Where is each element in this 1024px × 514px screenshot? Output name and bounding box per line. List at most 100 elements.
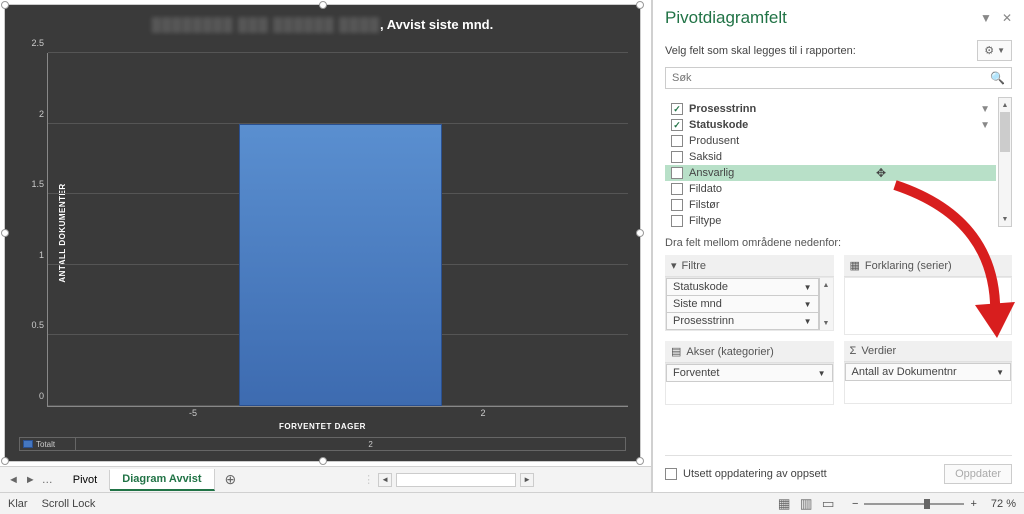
resize-handle[interactable] (636, 229, 644, 237)
field-fildato[interactable]: Fildato (665, 181, 996, 197)
panel-title: Pivotdiagramfelt (665, 8, 787, 28)
hscroll-bar[interactable] (396, 473, 516, 487)
checkbox-icon[interactable] (671, 167, 683, 179)
resize-handle[interactable] (319, 457, 327, 465)
pivot-chart-fields-panel: Pivotdiagramfelt ▼ ✕ Velg felt som skal … (652, 0, 1024, 492)
field-prosesstrinn[interactable]: ✓ Prosesstrinn ▼ (665, 101, 996, 117)
checkbox-icon[interactable] (671, 151, 683, 163)
zoom-track[interactable] (864, 503, 964, 505)
view-page-break-icon[interactable]: ▭ (818, 496, 838, 512)
tab-nav-next-icon[interactable]: ► (25, 474, 36, 486)
filter-item[interactable]: Prosesstrinn▼ (666, 313, 819, 330)
field-label: Ansvarlig (689, 167, 734, 179)
sheet-tab-pivot[interactable]: Pivot (61, 470, 110, 490)
resize-handle[interactable] (1, 229, 9, 237)
filter-scrollbar[interactable]: ▲ ▼ (819, 278, 833, 330)
checkbox-icon[interactable] (671, 135, 683, 147)
zoom-in-button[interactable]: + (970, 498, 976, 510)
bar[interactable] (239, 124, 442, 406)
chart-title[interactable]: ████████ ███ ██████ ████, Avvist siste m… (5, 5, 640, 36)
filter-item[interactable]: Siste mnd▼ (666, 296, 819, 313)
zoom-slider[interactable]: − + (852, 498, 977, 510)
panel-close-icon[interactable]: ✕ (1002, 11, 1012, 25)
filter-item[interactable]: Statuskode▼ (666, 278, 819, 296)
y-tick: 0 (39, 391, 44, 401)
panel-dropdown-icon[interactable]: ▼ (980, 11, 992, 25)
checkbox-icon[interactable] (671, 215, 683, 227)
area-header-label: Forklaring (serier) (865, 260, 952, 272)
scroll-up-icon[interactable]: ▲ (999, 98, 1011, 112)
defer-layout-checkbox[interactable]: Utsett oppdatering av oppsett (665, 468, 827, 480)
checkbox-icon[interactable]: ✓ (671, 119, 683, 131)
x-tick: -5 (189, 408, 197, 418)
resize-handle[interactable] (636, 457, 644, 465)
add-sheet-button[interactable]: ⊕ (215, 471, 247, 488)
chart-legend[interactable]: Totalt 2 (19, 437, 626, 451)
area-legend[interactable]: ▦ Forklaring (serier) (844, 255, 1013, 335)
update-button[interactable]: Oppdater (944, 464, 1012, 484)
panel-tools-button[interactable]: ⚙ ▼ (977, 40, 1012, 61)
scroll-up-icon[interactable]: ▲ (820, 278, 833, 292)
area-header-label: Akser (kategorier) (686, 346, 773, 358)
field-label: Prosesstrinn (689, 103, 756, 115)
tab-nav-more[interactable]: … (42, 474, 53, 486)
scroll-down-icon[interactable]: ▼ (999, 212, 1011, 226)
legend-area-icon: ▦ (850, 259, 860, 272)
plot-area: 0 0.5 1 1.5 2 2.5 -5 2 (47, 53, 628, 407)
view-page-layout-icon[interactable]: ▥ (796, 496, 816, 512)
gear-icon: ⚙ (984, 44, 994, 57)
area-values[interactable]: ΣVerdier Antall av Dokumentnr▼ (844, 341, 1013, 405)
field-filstor[interactable]: Filstør (665, 197, 996, 213)
funnel-icon: ▾ (671, 259, 677, 272)
field-list: ✓ Prosesstrinn ▼ ✓ Statuskode ▼ Produsen… (665, 97, 996, 227)
chevron-down-icon: ▼ (997, 46, 1005, 55)
sigma-icon: Σ (850, 345, 857, 357)
panel-subtitle: Velg felt som skal legges til i rapporte… (665, 45, 856, 57)
zoom-out-button[interactable]: − (852, 498, 858, 510)
field-label: Statuskode (689, 119, 748, 131)
filter-icon[interactable]: ▼ (980, 120, 990, 131)
search-input[interactable] (672, 72, 990, 84)
defer-label: Utsett oppdatering av oppsett (683, 468, 827, 480)
resize-handle[interactable] (636, 1, 644, 9)
filter-icon[interactable]: ▼ (980, 104, 990, 115)
scroll-down-icon[interactable]: ▼ (820, 316, 833, 330)
hscroll-left-icon[interactable]: ◄ (378, 473, 392, 487)
pivot-chart[interactable]: ████████ ███ ██████ ████, Avvist siste m… (4, 4, 641, 462)
area-axes[interactable]: ▤Akser (kategorier) Forventet▼ (665, 341, 834, 405)
checkbox-icon[interactable] (671, 199, 683, 211)
zoom-level[interactable]: 72 % (991, 498, 1016, 510)
axis-item[interactable]: Forventet▼ (666, 364, 833, 382)
chevron-down-icon: ▼ (996, 368, 1004, 377)
search-icon[interactable]: 🔍 (990, 71, 1005, 85)
field-list-scrollbar[interactable]: ▲ ▼ (998, 97, 1012, 227)
y-tick: 2 (39, 109, 44, 119)
checkbox-icon[interactable]: ✓ (671, 103, 683, 115)
value-item[interactable]: Antall av Dokumentnr▼ (845, 363, 1012, 381)
sheet-tab-diagram-avvist[interactable]: Diagram Avvist (110, 469, 214, 491)
hscroll-right-icon[interactable]: ► (520, 473, 534, 487)
checkbox-icon[interactable] (665, 468, 677, 480)
resize-handle[interactable] (1, 457, 9, 465)
field-produsent[interactable]: Produsent (665, 133, 996, 149)
resize-handle[interactable] (1, 1, 9, 9)
chevron-down-icon: ▼ (804, 283, 812, 292)
y-tick: 2.5 (31, 38, 44, 48)
view-normal-icon[interactable]: ▦ (774, 496, 794, 512)
field-saksid[interactable]: Saksid (665, 149, 996, 165)
x-axis-label: FORVENTET DAGER (279, 422, 366, 431)
scrollbar-thumb[interactable] (1000, 112, 1010, 152)
status-ready: Klar (8, 498, 28, 510)
x-tick: 2 (480, 408, 485, 418)
field-filtype[interactable]: Filtype (665, 213, 996, 227)
field-ansvarlig[interactable]: Ansvarlig ✥ (665, 165, 996, 181)
area-filters[interactable]: ▾Filtre Statuskode▼ Siste mnd▼ Prosesstr… (665, 255, 834, 335)
search-field[interactable]: 🔍 (665, 67, 1012, 89)
resize-handle[interactable] (319, 1, 327, 9)
field-label: Fildato (689, 183, 722, 195)
zoom-thumb[interactable] (924, 499, 930, 509)
tab-nav-prev-icon[interactable]: ◄ (8, 474, 19, 486)
legend-label: Totalt (36, 440, 55, 449)
checkbox-icon[interactable] (671, 183, 683, 195)
field-statuskode[interactable]: ✓ Statuskode ▼ (665, 117, 996, 133)
